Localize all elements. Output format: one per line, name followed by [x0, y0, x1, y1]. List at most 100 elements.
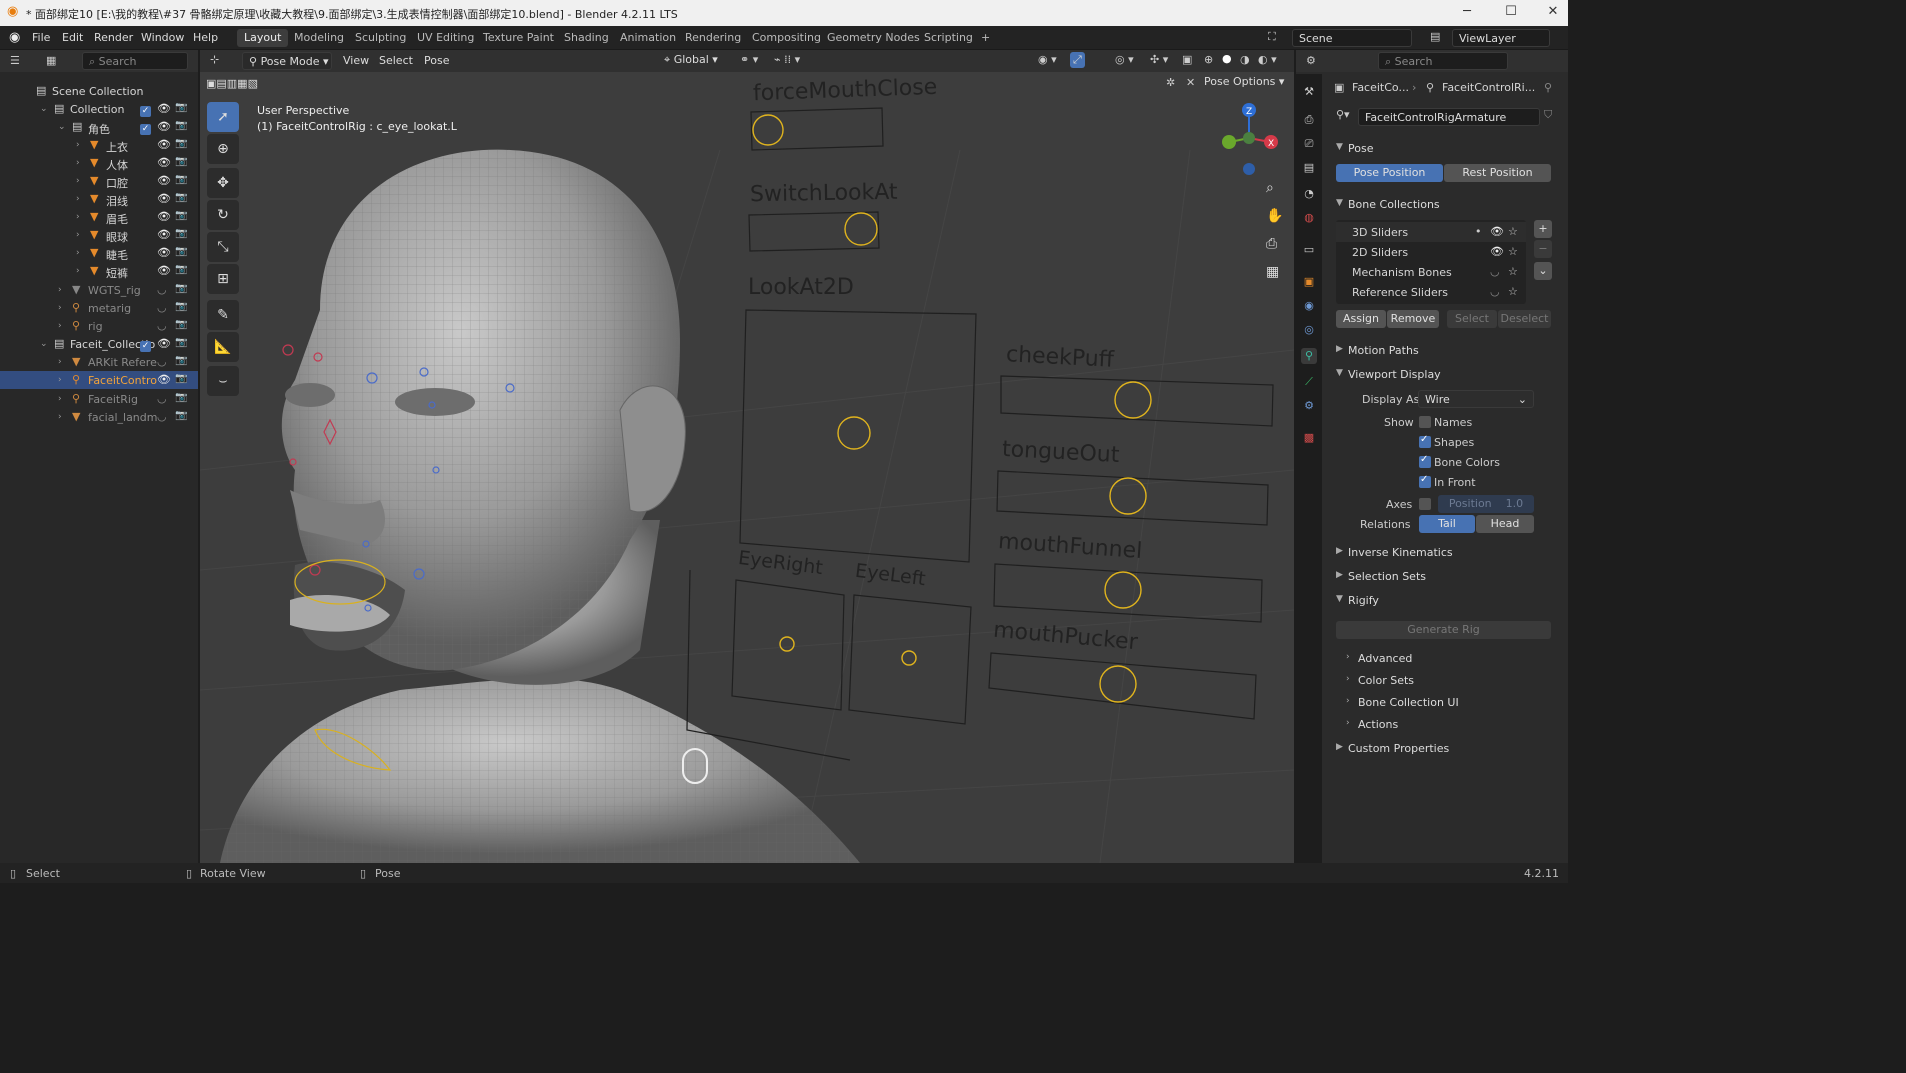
- expand-chevron-icon[interactable]: ›: [58, 303, 62, 313]
- wireframe-shading-icon[interactable]: ⊕: [1204, 53, 1213, 66]
- material-shading-icon[interactable]: ◑: [1240, 53, 1250, 66]
- inverse-kinematics-header[interactable]: ▶ Inverse Kinematics: [1332, 542, 1558, 564]
- viewlayer-icon[interactable]: ▤: [1430, 30, 1440, 43]
- armature-data-icon[interactable]: ⚲▾: [1336, 108, 1352, 121]
- exclude-checkbox[interactable]: ✓: [140, 338, 151, 352]
- viewport-menu-select[interactable]: Select: [379, 54, 413, 67]
- vp-gizmo-toggle-icon[interactable]: ✲: [1166, 76, 1175, 89]
- expand-chevron-icon[interactable]: ⌄: [40, 339, 48, 349]
- editor-type-icon[interactable]: ☰: [10, 54, 20, 67]
- modifier-tab-icon[interactable]: ◉: [1301, 298, 1317, 314]
- viewport-display-header[interactable]: ▼ Viewport Display: [1332, 364, 1558, 386]
- rendered-shading-icon[interactable]: ◐ ▾: [1258, 53, 1277, 66]
- view-layer-tab-icon[interactable]: ▤: [1301, 160, 1317, 176]
- eye-icon[interactable]: 👁: [157, 192, 171, 205]
- bone-collection-ui-subpanel[interactable]: › Bone Collection UI: [1342, 692, 1568, 714]
- eye-closed-icon[interactable]: ◡: [157, 301, 167, 314]
- outliner-item[interactable]: › ▼ 短裤 👁 📷: [0, 262, 198, 280]
- eye-closed-icon[interactable]: ◡: [157, 410, 167, 423]
- expand-chevron-icon[interactable]: ›: [58, 394, 62, 404]
- fake-user-shield-icon[interactable]: ⛉: [1544, 108, 1552, 122]
- xray-icon[interactable]: ▣: [1182, 53, 1192, 66]
- bone-collection-specials-icon[interactable]: ⌄: [1534, 262, 1552, 280]
- pan-hand-icon[interactable]: ✋: [1266, 208, 1283, 224]
- minimize-button[interactable]: ─: [1452, 4, 1482, 19]
- eye-icon[interactable]: 👁: [157, 174, 171, 187]
- expand-chevron-icon[interactable]: ›: [76, 158, 80, 168]
- tab-texture-paint[interactable]: Texture Paint: [476, 29, 561, 47]
- eye-icon[interactable]: 👁: [157, 138, 171, 151]
- eye-icon[interactable]: 👁: [157, 264, 171, 277]
- navigation-gizmo[interactable]: Z X: [1215, 102, 1285, 182]
- pose-position-button[interactable]: Pose Position: [1336, 164, 1443, 182]
- expand-chevron-icon[interactable]: ›: [76, 212, 80, 222]
- outliner-item[interactable]: › ⚲ FaceitRig ◡ 📷: [0, 390, 198, 408]
- outliner-item[interactable]: › ▼ 睫毛 👁 📷: [0, 244, 198, 262]
- outliner-item[interactable]: › ▼ 上衣 👁 📷: [0, 136, 198, 154]
- zoom-icon[interactable]: ⌕: [1266, 180, 1274, 196]
- outliner-search-input[interactable]: ⌕ Search: [82, 52, 188, 70]
- expand-chevron-icon[interactable]: ›: [58, 357, 62, 367]
- display-as-dropdown[interactable]: Wire ⌄: [1418, 390, 1534, 408]
- transform-orientation-dropdown[interactable]: ⌖ Global ▾: [664, 53, 718, 67]
- render-camera-icon[interactable]: 📷: [175, 174, 187, 185]
- tab-rendering[interactable]: Rendering: [678, 29, 748, 47]
- eye-closed-icon[interactable]: ◡: [1490, 265, 1500, 278]
- tab-layout[interactable]: Layout: [237, 29, 289, 47]
- custom-properties-header[interactable]: ▶ Custom Properties: [1332, 738, 1558, 760]
- bone-collections-header[interactable]: ▼ Bone Collections: [1332, 194, 1558, 216]
- bone-constraint-tab-icon[interactable]: ⚙: [1301, 398, 1317, 414]
- generate-rig-button[interactable]: Generate Rig: [1336, 621, 1551, 639]
- outliner-item[interactable]: › ▼ 泪线 👁 📷: [0, 190, 198, 208]
- render-camera-icon[interactable]: 📷: [175, 410, 187, 421]
- outliner-item[interactable]: › ▼ facial_landm ◡ 📷: [0, 408, 198, 426]
- solid-shading-icon[interactable]: ●: [1222, 52, 1232, 65]
- eye-icon[interactable]: 👁: [157, 337, 171, 350]
- expand-chevron-icon[interactable]: ›: [76, 140, 80, 150]
- outliner-item[interactable]: › ⚲ metarig ◡ 📷: [0, 299, 198, 317]
- render-camera-icon[interactable]: 📷: [175, 192, 187, 203]
- star-icon[interactable]: ☆: [1508, 225, 1518, 238]
- relations-tail-button[interactable]: Tail: [1419, 515, 1475, 533]
- tab-animation[interactable]: Animation: [613, 29, 683, 47]
- viewlayer-field[interactable]: ViewLayer: [1452, 29, 1550, 47]
- motion-paths-header[interactable]: ▶ Motion Paths: [1332, 340, 1558, 362]
- tab-modeling[interactable]: Modeling: [287, 29, 351, 47]
- eye-icon[interactable]: 👁: [157, 156, 171, 169]
- bone-colors-checkbox[interactable]: [1419, 454, 1431, 468]
- bone-collection-mechanism-bones[interactable]: Mechanism Bones: [1352, 266, 1452, 279]
- outliner-item[interactable]: › ▼ 口腔 👁 📷: [0, 172, 198, 190]
- visibility-icon[interactable]: ◉ ▾: [1038, 53, 1057, 66]
- viewport-menu-view[interactable]: View: [343, 54, 369, 67]
- outliner-item[interactable]: › ▼ 人体 👁 📷: [0, 154, 198, 172]
- shapes-checkbox[interactable]: [1419, 434, 1431, 448]
- pin-icon[interactable]: ⚲: [1544, 81, 1552, 94]
- render-camera-icon[interactable]: 📷: [175, 102, 187, 113]
- render-camera-icon[interactable]: 📷: [175, 373, 187, 384]
- cursor-tool-icon[interactable]: ⊕: [207, 134, 239, 164]
- render-camera-icon[interactable]: 📷: [175, 156, 187, 167]
- close-window-button[interactable]: ✕: [1538, 4, 1568, 19]
- bone-collection-2d-sliders[interactable]: 2D Sliders: [1352, 246, 1408, 259]
- move-tool-icon[interactable]: ✥: [207, 168, 239, 198]
- bone-tab-icon[interactable]: ⟋: [1301, 374, 1317, 390]
- render-camera-icon[interactable]: 📷: [175, 138, 187, 149]
- outliner-item[interactable]: › ▼ WGTS_rig ◡ 📷: [0, 281, 198, 299]
- add-bone-collection-icon[interactable]: +: [1534, 220, 1552, 238]
- expand-chevron-icon[interactable]: ›: [58, 375, 62, 385]
- eye-icon[interactable]: 👁: [1490, 225, 1504, 238]
- object-tab-icon[interactable]: ▣: [1301, 274, 1317, 290]
- expand-chevron-icon[interactable]: ›: [58, 285, 62, 295]
- eye-icon[interactable]: 👁: [157, 246, 171, 259]
- expand-chevron-icon[interactable]: ›: [76, 266, 80, 276]
- expand-chevron-icon[interactable]: ›: [76, 176, 80, 186]
- close-header-icon[interactable]: ✕: [1186, 76, 1195, 89]
- world-tab-icon[interactable]: ◍: [1301, 210, 1317, 226]
- eye-closed-icon[interactable]: ◡: [157, 355, 167, 368]
- eye-closed-icon[interactable]: ◡: [157, 319, 167, 332]
- render-camera-icon[interactable]: 📷: [175, 355, 187, 366]
- measure-tool-icon[interactable]: 📐: [207, 332, 239, 362]
- scene-field[interactable]: Scene: [1292, 29, 1412, 47]
- outliner-item[interactable]: ⌄ ▤ Collection ✓ 👁 📷: [0, 100, 198, 118]
- selection-sets-header[interactable]: ▶ Selection Sets: [1332, 566, 1558, 588]
